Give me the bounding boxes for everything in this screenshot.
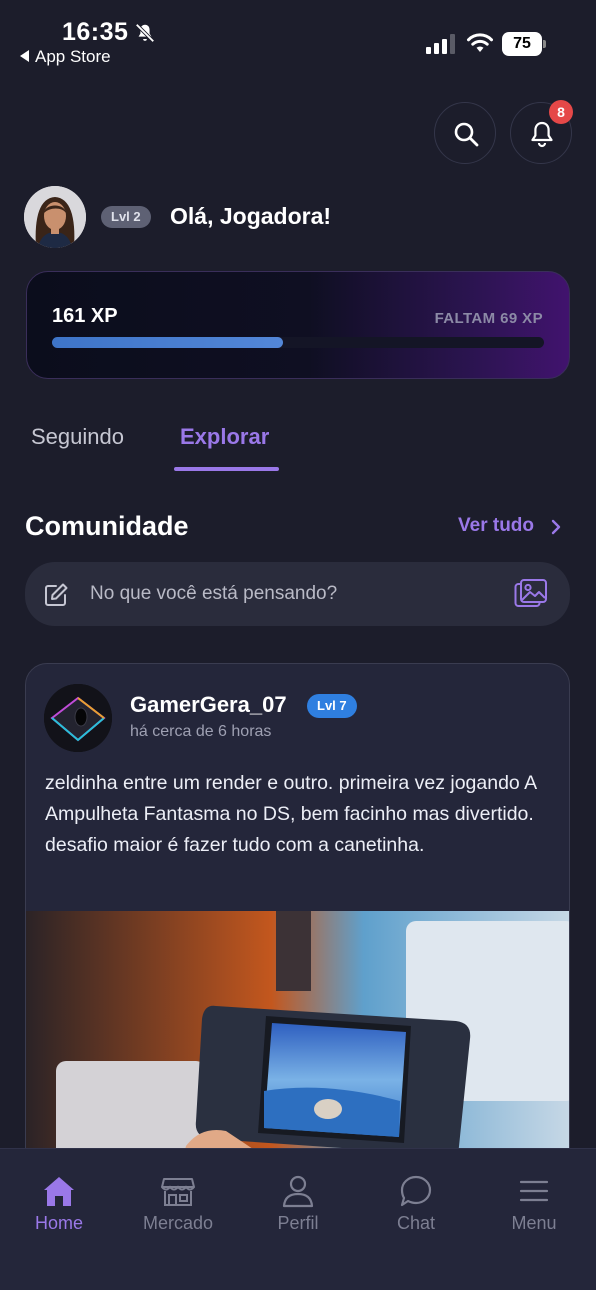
xp-progress-track	[52, 337, 544, 348]
nav-chat[interactable]: Chat	[366, 1149, 466, 1249]
nav-chat-label: Chat	[396, 1213, 436, 1233]
back-label: App Store	[35, 47, 111, 66]
user-icon	[282, 1175, 314, 1208]
post-photo	[26, 911, 569, 1182]
post-timestamp: há cerca de 6 horas	[130, 723, 272, 740]
search-button[interactable]	[434, 102, 496, 164]
tab-following[interactable]: Seguindo	[31, 424, 124, 450]
status-time: 16:35	[62, 18, 129, 46]
active-tab-indicator	[174, 467, 279, 471]
menu-icon	[519, 1180, 549, 1202]
home-icon	[44, 1177, 74, 1206]
xp-progress-fill	[52, 337, 284, 348]
avatar[interactable]	[24, 186, 86, 248]
bell-icon	[531, 121, 553, 148]
compose-placeholder: No que você está pensando?	[90, 583, 338, 604]
compose-post-field[interactable]: No que você está pensando?	[25, 562, 570, 626]
nav-market-label: Mercado	[142, 1213, 214, 1233]
nav-home[interactable]: Home	[9, 1149, 109, 1249]
xp-current: 161 XP	[52, 305, 118, 327]
signal-icon	[426, 34, 455, 54]
post-author-level-badge: Lvl 7	[307, 694, 357, 718]
nav-menu[interactable]: Menu	[484, 1149, 584, 1249]
section-title: Comunidade	[25, 511, 189, 541]
battery-level: 75	[502, 32, 542, 56]
see-all-link[interactable]: Ver tudo	[458, 515, 534, 537]
battery-indicator: 75	[502, 32, 546, 56]
store-icon	[161, 1178, 195, 1206]
xp-remaining: FALTAM 69 XP	[434, 310, 543, 327]
post-body: zeldinha entre um render e outro. primei…	[45, 772, 537, 856]
nav-profile-label: Perfil	[277, 1213, 319, 1233]
chat-icon	[400, 1175, 432, 1207]
post-image[interactable]	[26, 911, 569, 1182]
post-card[interactable]: GamerGera_07 Lvl 7 há cerca de 6 horas z…	[25, 663, 570, 1183]
post-author-avatar[interactable]	[44, 684, 112, 752]
bottom-navigation: Home Mercado Perfil Chat Menu	[0, 1148, 596, 1290]
xp-card: 161 XP FALTAM 69 XP	[26, 271, 570, 379]
edit-icon	[45, 583, 68, 606]
greeting-text: Olá, Jogadora!	[170, 203, 332, 229]
bell-muted-icon	[135, 23, 155, 43]
add-image-icon[interactable]	[514, 578, 548, 610]
post-username[interactable]: GamerGera_07	[130, 692, 287, 718]
status-bar: 16:35 App Store 75	[0, 0, 596, 80]
post-avatar-image	[44, 684, 112, 752]
search-icon	[454, 122, 479, 147]
nav-menu-label: Menu	[511, 1213, 557, 1233]
back-arrow-icon	[20, 50, 29, 62]
nav-profile[interactable]: Perfil	[248, 1149, 348, 1249]
back-to-app-store[interactable]: App Store	[20, 47, 111, 67]
chevron-right-icon[interactable]	[549, 517, 563, 537]
avatar-image	[24, 186, 86, 248]
nav-home-label: Home	[34, 1213, 83, 1233]
user-level-badge: Lvl 2	[101, 206, 151, 228]
notifications-count-badge: 8	[549, 100, 573, 124]
nav-market[interactable]: Mercado	[128, 1149, 228, 1249]
tab-explore[interactable]: Explorar	[180, 424, 269, 450]
wifi-icon	[467, 33, 493, 52]
